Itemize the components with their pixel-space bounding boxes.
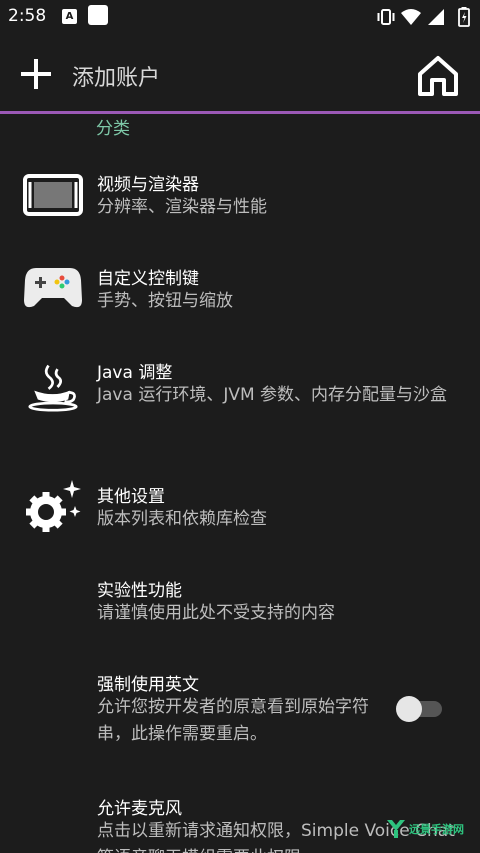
item-title: 强制使用英文 xyxy=(97,675,199,695)
item-title: 其他设置 xyxy=(97,487,165,507)
settings-list: 分类 视频与渲染器 分辨率、渲染器与性能 自定义控制键 手势、按钮与缩放 Jav… xyxy=(0,114,480,853)
settings-item-other[interactable]: 其他设置 版本列表和依赖库检查 xyxy=(0,476,480,566)
watermark: 远景手游网 xyxy=(385,817,477,839)
settings-item-experimental[interactable]: 实验性功能 请谨慎使用此处不受支持的内容 xyxy=(0,570,480,660)
force-english-toggle[interactable] xyxy=(396,694,444,722)
item-title: 允许麦克风 xyxy=(97,799,182,819)
item-subtitle: 请谨慎使用此处不受支持的内容 xyxy=(97,603,335,623)
toolbar-title[interactable]: 添加账户 xyxy=(72,60,160,92)
item-title: 自定义控制键 xyxy=(97,269,199,289)
settings-item-java[interactable]: Java 调整 Java 运行环境、JVM 参数、内存分配量与沙盒 xyxy=(0,352,480,462)
item-subtitle: 手势、按钮与缩放 xyxy=(97,291,233,311)
status-bar: 2:58 A xyxy=(0,0,480,34)
battery-icon xyxy=(458,7,470,27)
toggle-knob xyxy=(396,696,422,722)
item-title: 视频与渲染器 xyxy=(97,175,199,195)
toolbar: 添加账户 xyxy=(0,34,480,112)
watermark-logo-icon xyxy=(387,820,405,838)
notification-square-icon xyxy=(88,5,108,25)
item-subtitle: 允许您按开发者的原意看到原始字符串，此操作需要重启。 xyxy=(97,697,369,744)
signal-icon xyxy=(428,9,444,25)
item-title: 实验性功能 xyxy=(97,581,182,601)
add-account-icon[interactable] xyxy=(18,56,54,92)
java-icon xyxy=(28,364,78,412)
vibrate-icon xyxy=(377,9,395,25)
watermark-text: 远景手游网 xyxy=(409,823,464,836)
gear-sparkle-icon xyxy=(26,480,81,532)
wifi-icon xyxy=(401,9,421,25)
settings-item-force-english[interactable]: 强制使用英文 允许您按开发者的原意看到原始字符串，此操作需要重启。 xyxy=(0,664,480,774)
item-title: Java 调整 xyxy=(97,363,173,383)
item-subtitle: 分辨率、渲染器与性能 xyxy=(97,197,267,217)
settings-item-controls[interactable]: 自定义控制键 手势、按钮与缩放 xyxy=(0,258,480,348)
item-subtitle: Java 运行环境、JVM 参数、内存分配量与沙盒 xyxy=(97,385,448,405)
display-icon xyxy=(23,174,83,216)
item-subtitle: 版本列表和依赖库检查 xyxy=(97,509,267,529)
status-time: 2:58 xyxy=(8,6,47,26)
gamepad-icon xyxy=(24,268,82,308)
settings-item-video[interactable]: 视频与渲染器 分辨率、渲染器与性能 xyxy=(0,164,480,254)
notification-a-icon: A xyxy=(62,9,77,24)
category-label: 分类 xyxy=(96,119,130,139)
home-icon[interactable] xyxy=(414,52,462,100)
